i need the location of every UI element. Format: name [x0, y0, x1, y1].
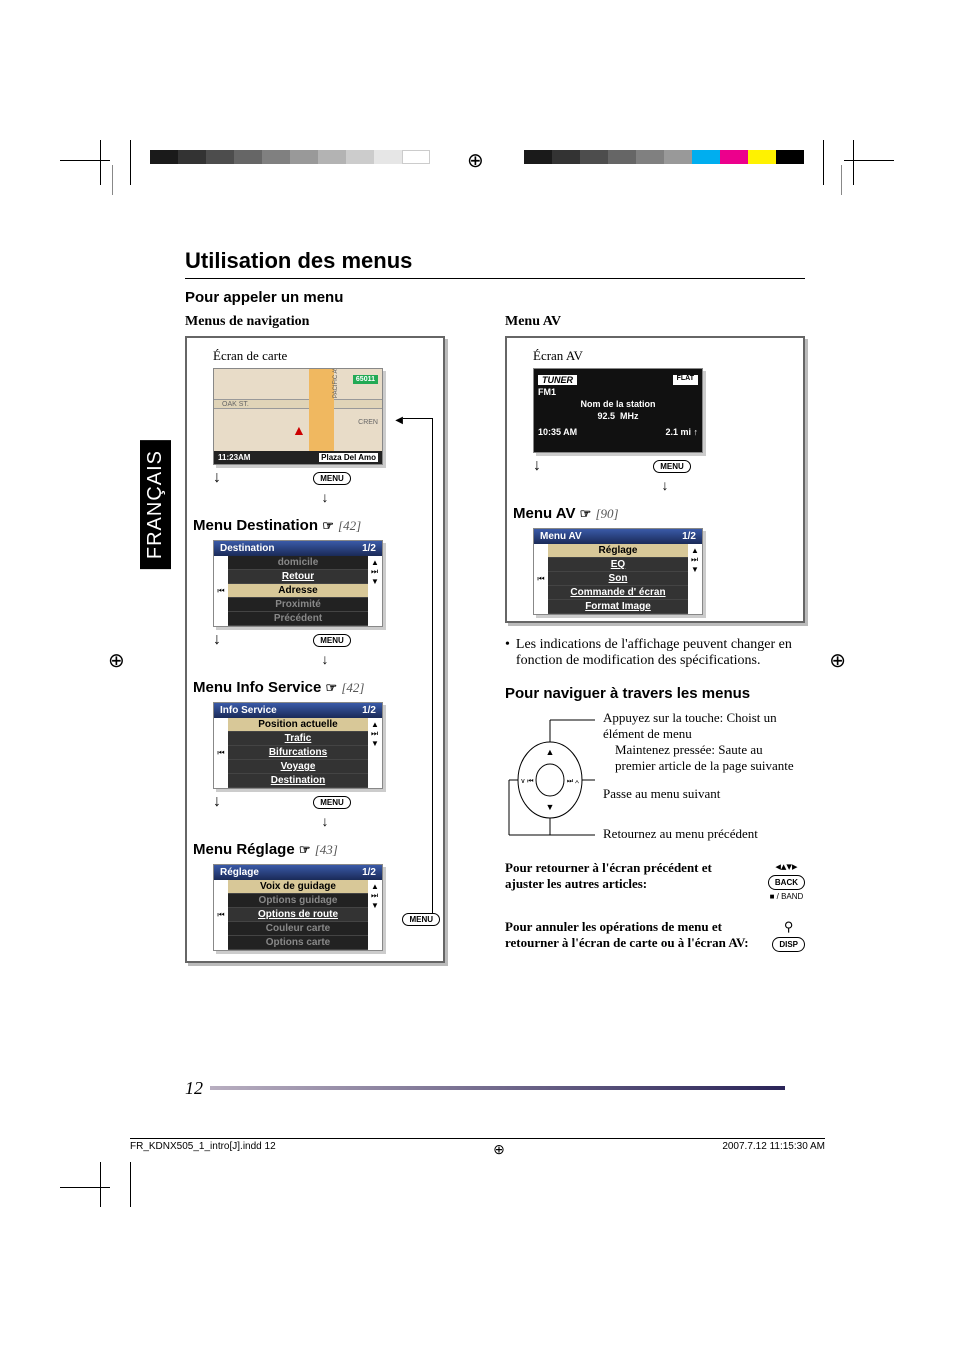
svg-text:∨ ⏮: ∨ ⏮: [520, 777, 533, 785]
map-screen-mock: OAK ST. CREN PACIFIC AVE 65011 ▲ 11:23AM…: [213, 368, 383, 465]
reglage-menu-title: Menu Réglage: [193, 841, 295, 858]
back-sub-label: ■ / BAND: [770, 892, 804, 901]
svg-text:▲: ▲: [546, 747, 555, 757]
destination-menu-mock: Destination1/2 ⏮ domicile Retour Adresse…: [213, 540, 383, 627]
nav-menus-label: Menus de navigation: [185, 314, 445, 330]
footer-info: FR_KDNX505_1_intro[J].indd 12 ⊕ 2007.7.1…: [130, 1138, 825, 1158]
dest-menu-title: Menu Destination: [193, 517, 318, 534]
language-tab: FRANÇAIS: [140, 440, 171, 569]
back-button[interactable]: BACK: [768, 875, 805, 890]
menu-button-av[interactable]: MENU: [653, 460, 691, 473]
info-menu-mock: Info Service1/2 ⏮ Position actuelle Traf…: [213, 702, 383, 789]
registration-mark-top: ⊕: [467, 148, 484, 173]
cancel-text: Pour annuler les opérations de menu et r…: [505, 919, 752, 951]
registration-mark-right: ⊕: [829, 648, 846, 673]
page-number: 12: [185, 1078, 203, 1099]
search-icon: ⚲: [784, 919, 794, 935]
dpad-right-text: Passe au menu suivant: [603, 786, 805, 802]
note-text: •Les indications de l'affichage peuvent …: [505, 637, 805, 669]
menu-button[interactable]: MENU: [313, 472, 351, 485]
nav-heading: Pour naviguer à travers les menus: [505, 685, 805, 702]
av-screen-label: Écran AV: [533, 348, 797, 364]
dpad-up-text: Appuyez sur la touche: Choist un élément…: [603, 710, 805, 742]
section-subtitle: Pour appeler un menu: [185, 289, 805, 306]
crop-marks-bottom: [0, 1162, 954, 1202]
dpad-icon: ▲ ▼ ∨ ⏮ ⏭ ∧: [505, 710, 595, 840]
disp-button[interactable]: DISP: [772, 937, 805, 952]
reglage-menu-mock: Réglage1/2 ⏮ Voix de guidage Options gui…: [213, 864, 383, 951]
cmyk-bars-right: [524, 150, 804, 164]
dpad-down-text: Retournez au menu précédent: [603, 826, 805, 842]
back-text: Pour retourner à l'écran précédent et aj…: [505, 860, 748, 892]
page-content: Utilisation des menus Pour appeler un me…: [185, 248, 805, 963]
gray-bars-left: [150, 150, 430, 164]
menu-button-2[interactable]: MENU: [313, 634, 351, 647]
av-menu-title: Menu AV: [513, 505, 576, 522]
info-menu-title: Menu Info Service: [193, 679, 321, 696]
menu-button-side[interactable]: MENU: [402, 913, 440, 926]
svg-text:⏭ ∧: ⏭ ∧: [567, 777, 580, 785]
footer-rule: [210, 1086, 785, 1090]
map-screen-label: Écran de carte: [213, 348, 437, 364]
svg-text:▼: ▼: [546, 802, 555, 812]
registration-mark-left: ⊕: [108, 648, 125, 673]
page-title: Utilisation des menus: [185, 248, 805, 279]
av-menu-label: Menu AV: [505, 314, 805, 330]
menu-button-3[interactable]: MENU: [313, 796, 351, 809]
dpad-hold-text: Maintenez pressée: Saute au premier arti…: [603, 742, 805, 774]
av-menu-mock: Menu AV1/2 ⏮ Réglage EQ Son Commande d' …: [533, 528, 703, 615]
arrows-icon: ◂▴▾▸: [775, 860, 797, 873]
av-screen-mock: TUNERFLAT FM1 Nom de la station 92.5 MHz…: [533, 368, 703, 453]
